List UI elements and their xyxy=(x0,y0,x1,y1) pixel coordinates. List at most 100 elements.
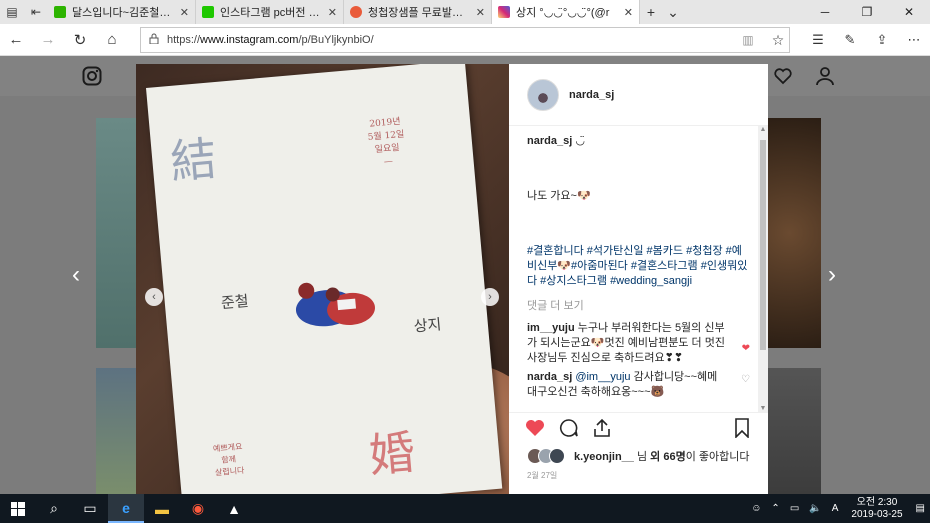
caption-username[interactable]: narda_sj xyxy=(527,135,572,147)
share-upload-icon[interactable] xyxy=(593,418,611,443)
address-url: https://www.instagram.com/p/BuYljkynbiO/ xyxy=(167,34,374,46)
tab-close-icon[interactable]: ✕ xyxy=(624,6,633,19)
post-author-username[interactable]: narda_sj xyxy=(569,89,614,101)
instagram-page: ‹ › 結 2019년 5월 12일 일요일 — 준철 상지 예쁘게요 함께 살… xyxy=(0,56,930,494)
profile-user-icon[interactable] xyxy=(815,66,835,89)
window-controls: ─ ❐ ✕ xyxy=(804,0,930,24)
web-note-pen-icon[interactable]: ✎ xyxy=(834,24,866,56)
action-center-icon[interactable]: ▤ xyxy=(911,503,930,514)
new-tab-button[interactable]: + xyxy=(640,0,662,24)
tab-title: 달스입니다~김준철신랑님& xyxy=(72,7,174,19)
background-post-thumbnail[interactable] xyxy=(768,368,821,494)
windows-start-icon[interactable] xyxy=(0,494,36,523)
like-heart-icon[interactable] xyxy=(525,419,545,442)
comment-username[interactable]: im__yuju xyxy=(527,322,575,334)
people-icon[interactable]: ☺ xyxy=(746,503,766,514)
activity-heart-icon[interactable] xyxy=(773,66,793,89)
comment-username[interactable]: narda_sj xyxy=(527,371,572,383)
invitation-card: 結 2019년 5월 12일 일요일 — 준철 상지 예쁘게요 함께 살렵니다 xyxy=(146,64,503,494)
comment-item: im__yuju 누구나 부러워한다는 5월의 신부가 되시는군요🐶멋진 예비남… xyxy=(527,321,750,366)
refresh-icon[interactable]: ↻ xyxy=(64,24,96,56)
browser-tab-bar: ▤ ⇤ 달스입니다~김준철신랑님& ✕ 인스타그램 pc버전 : 네이버 ✕ 청… xyxy=(0,0,930,24)
likes-suffix: 이 좋아합니다 xyxy=(685,451,750,463)
background-post-thumbnail[interactable] xyxy=(96,118,136,348)
tab-preview-icon[interactable]: ▤ xyxy=(0,0,24,24)
app-red-icon[interactable]: ◉ xyxy=(180,494,216,523)
tab-favicon-icon xyxy=(202,6,214,18)
post-detail-panel: narda_sj narda_sj ◡̈ 나도 가요~🐶 #결혼합니다 #석가탄… xyxy=(509,64,768,494)
show-hidden-icons-chevron-icon[interactable]: ⌃ xyxy=(766,503,784,514)
tab-close-icon[interactable]: ✕ xyxy=(476,6,485,19)
set-tabs-aside-icon[interactable]: ⇤ xyxy=(24,0,48,24)
hub-favorites-icon[interactable]: ☰ xyxy=(802,24,834,56)
tab-title: 인스타그램 pc버전 : 네이버 xyxy=(220,7,322,19)
tab-close-icon[interactable]: ✕ xyxy=(328,6,337,19)
favorite-star-icon[interactable]: ☆ xyxy=(767,32,789,49)
post-date[interactable]: 2월 27일 xyxy=(527,470,557,481)
instagram-logo-icon[interactable] xyxy=(82,66,102,89)
file-explorer-icon[interactable]: ▬ xyxy=(144,494,180,523)
windows-taskbar: ⌕ ▭ e ▬ ◉ ▲ ☺ ⌃ ▭ 🔈 A 오전 2:30 2019-03-25… xyxy=(0,494,930,523)
card-hanja-top: 結 xyxy=(168,131,219,190)
task-view-icon[interactable]: ▭ xyxy=(72,494,108,523)
edge-browser-icon[interactable]: e xyxy=(108,494,144,523)
comment-like-heart-icon[interactable]: ♡ xyxy=(741,372,750,387)
scroll-down-icon[interactable]: ▼ xyxy=(758,405,768,412)
more-ellipsis-icon[interactable]: ⋯ xyxy=(898,24,930,56)
tab-close-icon[interactable]: ✕ xyxy=(180,6,189,19)
comment-item: narda_sj @im__yuju 감사합니당~~혜메 대구오신건 축하해요옹… xyxy=(527,370,750,400)
reading-view-icon[interactable]: ▥ xyxy=(737,33,759,47)
lock-icon xyxy=(149,33,159,47)
search-icon[interactable]: ⌕ xyxy=(36,494,72,523)
liker-avatars[interactable] xyxy=(527,448,565,464)
back-arrow-icon[interactable]: ← xyxy=(0,24,32,56)
likes-mid: 님 xyxy=(636,451,648,463)
caption-emoji: ◡̈ xyxy=(575,135,585,147)
bookmark-icon[interactable] xyxy=(734,418,750,443)
caption-hashtags[interactable]: #결혼합니다 #석가탄신일 #봄카드 #청첩장 #예비신부🐶#아줌마된다 #결혼… xyxy=(527,244,750,289)
network-icon[interactable]: ▭ xyxy=(785,503,804,514)
browser-tab[interactable]: 인스타그램 pc버전 : 네이버 ✕ xyxy=(196,0,344,24)
tab-title: 청첩장샘플 무료발송! 봄카 xyxy=(368,7,470,19)
browser-tab[interactable]: 달스입니다~김준철신랑님& ✕ xyxy=(48,0,196,24)
background-post-thumbnail[interactable] xyxy=(768,118,821,348)
post-comments-area: narda_sj ◡̈ 나도 가요~🐶 #결혼합니다 #석가탄신일 #봄카드 #… xyxy=(509,126,768,412)
address-bar[interactable]: https://www.instagram.com/p/BuYljkynbiO/… xyxy=(140,27,790,53)
system-tray: ☺ ⌃ ▭ 🔈 A 오전 2:30 2019-03-25 ▤ xyxy=(746,494,930,523)
caption-header: narda_sj ◡̈ xyxy=(527,134,750,149)
maximize-icon[interactable]: ❐ xyxy=(846,0,888,24)
avatar[interactable] xyxy=(527,78,559,111)
minimize-icon[interactable]: ─ xyxy=(804,0,846,24)
next-post-arrow-icon[interactable]: › xyxy=(828,261,836,289)
tab-list-chevron-icon[interactable]: ⌄ xyxy=(662,0,684,24)
comment-bubble-icon[interactable] xyxy=(559,418,579,443)
comment-like-heart-icon[interactable]: ❤ xyxy=(742,341,750,356)
previous-post-arrow-icon[interactable]: ‹ xyxy=(72,261,80,289)
background-post-thumbnail[interactable] xyxy=(96,368,136,494)
home-icon[interactable]: ⌂ xyxy=(96,24,128,56)
browser-tab[interactable]: 청첩장샘플 무료발송! 봄카 ✕ xyxy=(344,0,492,24)
scroll-up-icon[interactable]: ▲ xyxy=(758,126,768,133)
post-photo[interactable]: 結 2019년 5월 12일 일요일 — 준철 상지 예쁘게요 함께 살렵니다 xyxy=(136,64,509,494)
volume-icon[interactable]: 🔈 xyxy=(804,503,826,514)
close-window-icon[interactable]: ✕ xyxy=(888,0,930,24)
comment-mention[interactable]: @im__yuju xyxy=(575,371,630,383)
liker-username[interactable]: k.yeonjin__ xyxy=(574,451,634,463)
forward-arrow-icon[interactable]: → xyxy=(32,24,64,56)
scrollbar-thumb[interactable] xyxy=(760,140,766,350)
browser-tab-active[interactable]: 상지 °◡◡̈°◡◡̈°(@r ✕ xyxy=(492,0,640,24)
comments-scrollbar[interactable]: ▲ ▼ xyxy=(758,126,768,412)
carousel-prev-icon[interactable]: ‹ xyxy=(145,288,163,306)
view-more-comments-link[interactable]: 댓글 더 보기 xyxy=(527,297,750,313)
photos-app-icon[interactable]: ▲ xyxy=(216,494,252,523)
post-actions xyxy=(509,412,768,448)
share-icon[interactable]: ⇪ xyxy=(866,24,898,56)
instagram-favicon-icon xyxy=(498,6,510,18)
carousel-next-icon[interactable]: › xyxy=(481,288,499,306)
tab-title: 상지 °◡◡̈°◡◡̈°(@r xyxy=(516,7,610,19)
taskbar-clock[interactable]: 오전 2:30 2019-03-25 xyxy=(843,497,910,521)
likes-count[interactable]: 외 66명 xyxy=(650,451,686,463)
ime-indicator[interactable]: A xyxy=(827,503,844,514)
browser-tools: ☰ ✎ ⇪ ⋯ xyxy=(802,24,930,56)
tab-favicon-icon xyxy=(350,6,362,18)
